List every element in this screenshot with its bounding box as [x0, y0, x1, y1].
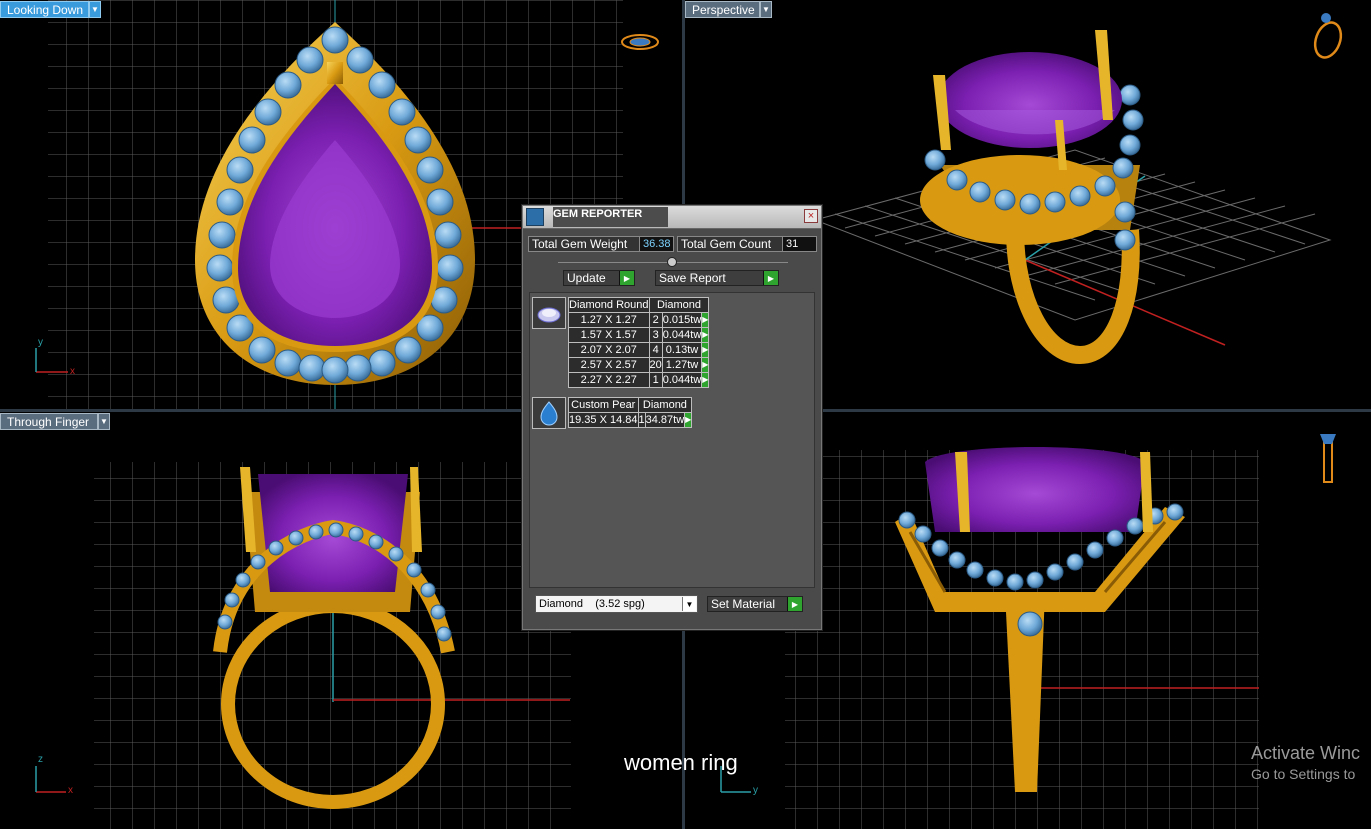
gem-count: 2	[648, 312, 663, 328]
gem-weight: 34.87tw	[644, 412, 686, 428]
select-row-button[interactable]: ▶	[701, 312, 710, 328]
gem-size: 19.35 X 14.84	[568, 412, 639, 428]
play-icon: ▶	[619, 271, 634, 285]
gem-shape-header: Diamond Round	[568, 297, 650, 313]
axis-y-label: y	[38, 337, 43, 348]
axis-triad-xz	[35, 766, 66, 793]
viewport-label-through-finger[interactable]: Through Finger ▼	[0, 413, 110, 430]
total-gem-weight-label: Total Gem Weight	[532, 237, 628, 251]
axis-y-label: y	[753, 785, 758, 796]
chevron-down-icon[interactable]: ▼	[682, 597, 696, 611]
panel-title: GEM REPORTER	[553, 207, 668, 227]
gem-count: 1	[648, 372, 663, 388]
table-row: 1.27 X 1.27 2 0.015tw ▶	[568, 312, 710, 328]
pear-gem-icon[interactable]	[532, 397, 566, 429]
chevron-down-icon[interactable]: ▼	[89, 1, 101, 18]
select-row-button[interactable]: ▶	[701, 342, 710, 358]
gem-material-header: Diamond	[637, 397, 693, 413]
gem-weight: 0.13tw	[661, 342, 703, 358]
gem-weight: 1.27tw	[661, 357, 703, 373]
save-report-button-label: Save Report	[659, 271, 726, 285]
round-gem-icon[interactable]	[532, 297, 566, 329]
gem-reporter-icon	[526, 208, 544, 226]
gem-size: 2.27 X 2.27	[568, 372, 650, 388]
gem-size: 1.27 X 1.27	[568, 312, 650, 328]
axis-x-label: x	[68, 785, 73, 796]
gem-table-pear: Custom Pear Diamond 19.35 X 14.84 1 34.8…	[568, 397, 693, 428]
gem-size: 2.57 X 2.57	[568, 357, 650, 373]
ring-perspective-icon	[1313, 13, 1343, 59]
table-row: 2.57 X 2.57 20 1.27tw ▶	[568, 357, 710, 373]
viewport-label-text: Perspective	[692, 2, 755, 17]
viewport-label-looking-down[interactable]: Looking Down ▼	[0, 1, 101, 18]
total-gem-count: Total Gem Count 31	[677, 236, 817, 252]
set-material-button[interactable]: Set Material ▶	[707, 596, 803, 612]
table-row: 2.07 X 2.07 4 0.13tw ▶	[568, 342, 710, 358]
material-select-value: Diamond (3.52 spg)	[539, 598, 645, 610]
viewport-label-perspective[interactable]: Perspective ▼	[685, 1, 772, 18]
play-icon: ▶	[787, 597, 802, 611]
gem-material-header: Diamond	[648, 297, 710, 313]
gem-count: 1	[637, 412, 646, 428]
close-icon[interactable]: ×	[804, 209, 818, 223]
material-select[interactable]: Diamond (3.52 spg) ▼	[535, 595, 698, 613]
gem-size: 1.57 X 1.57	[568, 327, 650, 343]
chevron-down-icon[interactable]: ▼	[98, 413, 110, 430]
viewport-label-text: Through Finger	[7, 414, 90, 429]
ring-side-icon	[1320, 434, 1336, 483]
table-row: 2.27 X 2.27 1 0.044tw ▶	[568, 372, 710, 388]
axis-z-label: z	[38, 754, 43, 765]
chevron-down-icon[interactable]: ▼	[760, 1, 772, 18]
select-row-button[interactable]: ▶	[701, 357, 710, 373]
gem-count: 4	[648, 342, 663, 358]
gem-weight: 0.044tw	[661, 372, 703, 388]
gem-reporter-titlebar[interactable]: GEM REPORTER ×	[523, 206, 821, 229]
set-material-button-label: Set Material	[711, 597, 776, 611]
watermark-line-2: Go to Settings to	[1251, 766, 1356, 782]
select-row-button[interactable]: ▶	[684, 412, 693, 428]
ring-perspective-model	[920, 30, 1144, 365]
total-gem-count-label: Total Gem Count	[681, 237, 772, 251]
gem-weight: 0.044tw	[661, 327, 703, 343]
play-icon: ▶	[763, 271, 778, 285]
watermark-line-1: Activate Winc	[1251, 743, 1361, 763]
select-row-button[interactable]: ▶	[701, 327, 710, 343]
gem-list: Diamond Round Diamond 1.27 X 1.27 2 0.01…	[529, 292, 815, 588]
gem-reporter-panel: GEM REPORTER × Total Gem Weight 36.38 To…	[522, 205, 822, 630]
total-gem-count-value: 31	[782, 237, 816, 251]
update-button[interactable]: Update ▶	[563, 270, 635, 286]
total-gem-weight-value: 36.38	[639, 237, 673, 251]
ring-top-icon	[621, 34, 659, 50]
gem-table-round: Diamond Round Diamond 1.27 X 1.27 2 0.01…	[568, 297, 710, 388]
windows-activation-watermark: Activate Winc Go to Settings to	[1251, 743, 1360, 782]
viewport-label-text: Looking Down	[7, 2, 84, 17]
update-button-label: Update	[567, 271, 606, 285]
save-report-button[interactable]: Save Report ▶	[655, 270, 779, 286]
caption-text: women ring	[624, 750, 738, 775]
table-row: 19.35 X 14.84 1 34.87tw ▶	[568, 412, 693, 428]
splitter-handle[interactable]	[667, 257, 677, 267]
table-row: 1.57 X 1.57 3 0.044tw ▶	[568, 327, 710, 343]
gem-shape-header: Custom Pear	[568, 397, 639, 413]
gem-count: 20	[648, 357, 663, 373]
select-row-button[interactable]: ▶	[701, 372, 710, 388]
gem-size: 2.07 X 2.07	[568, 342, 650, 358]
gem-count: 3	[648, 327, 663, 343]
gem-weight: 0.015tw	[661, 312, 703, 328]
axis-x-label: x	[70, 366, 75, 377]
total-gem-weight: Total Gem Weight 36.38	[528, 236, 674, 252]
